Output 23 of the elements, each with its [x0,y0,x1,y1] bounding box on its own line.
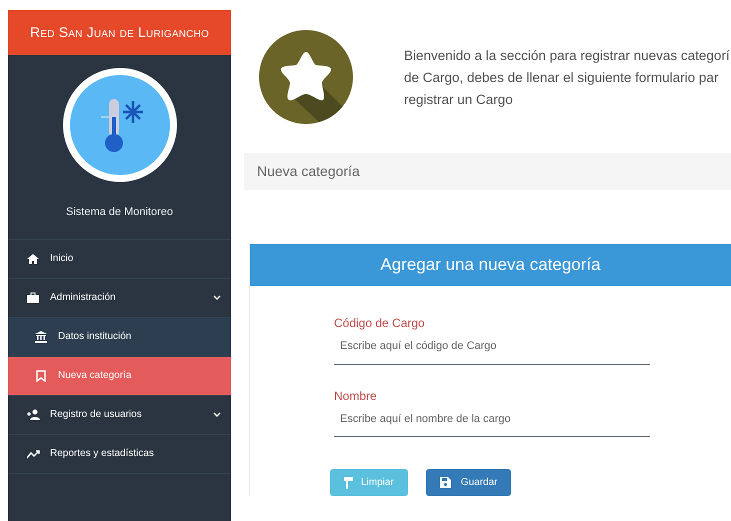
profile-caption: Sistema de Monitoreo [66,205,173,220]
paint-roller-icon [344,476,353,488]
input-field[interactable]: Escribe aquí el nombre de la cargo [334,404,650,437]
add-user-icon [27,408,40,420]
sidebar-item[interactable]: Nueva categoría [8,356,231,396]
bank-icon [35,330,48,342]
sidebar-item[interactable]: Reportes y estadísticas [8,434,231,474]
sidebar-item[interactable]: Registro de usuarios [8,396,231,434]
breadcrumb-label: Nueva categoría [257,162,360,181]
bookmark-icon [35,370,48,382]
trend-icon [27,448,40,460]
sidebar-item[interactable]: Datos institución [8,318,231,356]
save-button[interactable]: Guardar [426,469,512,496]
save-icon [440,477,451,488]
home-icon [27,252,40,264]
brand-title: Red San Juan de Lurigancho [8,10,231,55]
field-label: Código de Cargo [334,315,426,332]
intro-text: Bienvenido a la sección para registrar nuevas categorí de Cargo, debes de llenar el siguiente formulario par registrar un Cargo [404,46,730,109]
form-header: Agregar una nueva categoría [250,244,731,286]
briefcase-icon [27,292,40,304]
sidebar-item[interactable]: Inicio [8,240,231,278]
input-field[interactable]: Escribe aquí el código de Cargo [334,332,650,364]
field-label: Nombre [334,388,378,404]
